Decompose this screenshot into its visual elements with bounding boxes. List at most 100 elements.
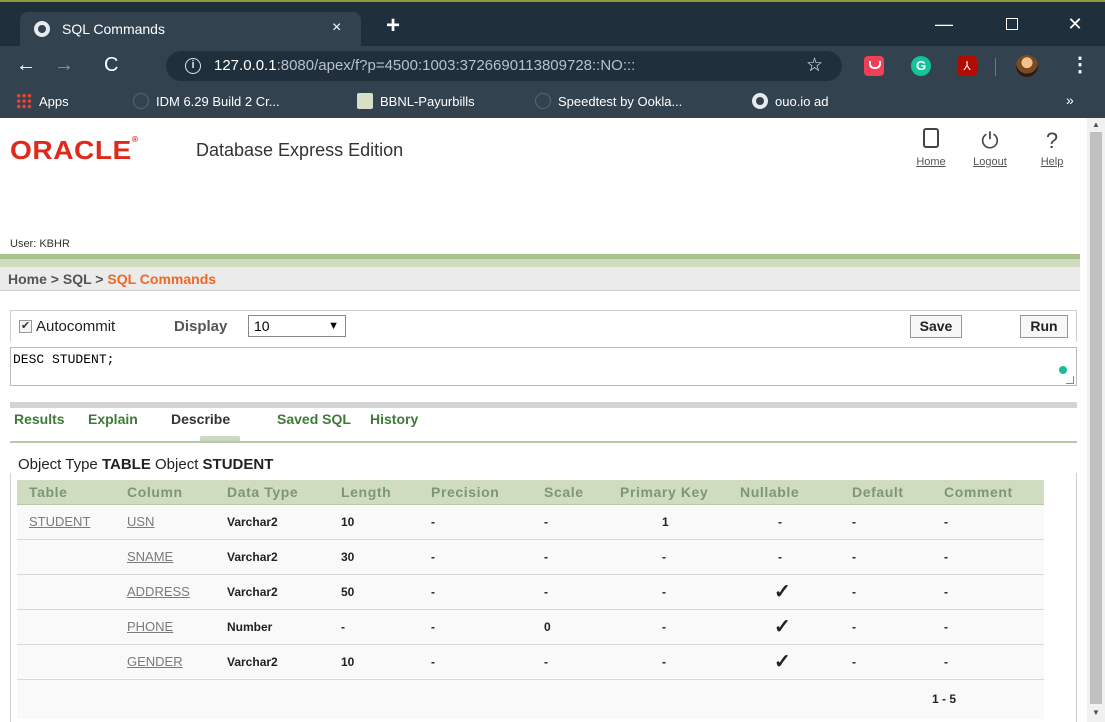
column-header: Length (329, 480, 419, 505)
table-name-link[interactable]: STUDENT (29, 514, 90, 529)
back-button[interactable]: ← (16, 54, 36, 76)
tabs-divider (10, 441, 1077, 443)
bookmarks-overflow-icon[interactable]: » (1066, 92, 1074, 108)
logout-link[interactable]: ⏻ Logout (970, 126, 1010, 168)
logout-label: Logout (973, 156, 1007, 168)
display-rows-select[interactable]: 10 ▼ (248, 315, 346, 337)
bookmark-idm[interactable]: IDM 6.29 Build 2 Cr... (133, 86, 280, 118)
browser-tab[interactable]: SQL Commands × (20, 12, 361, 48)
browser-menu-icon[interactable]: ⋮ (1070, 54, 1090, 76)
table-cell: - (932, 643, 1044, 679)
pagination-text: 1 - 5 (932, 678, 1044, 719)
bookmark-bbnl[interactable]: BBNL-Payurbills (357, 86, 475, 118)
url-text[interactable]: 127.0.0.1:8080/apex/f?p=4500:1003:372669… (214, 57, 635, 74)
logo-registered-mark: ® (131, 135, 139, 144)
column-name-link[interactable]: ADDRESS (127, 584, 190, 599)
vertical-scrollbar[interactable]: ▲ ▼ (1087, 118, 1105, 722)
table-cell: 0 (532, 608, 608, 644)
table-cell: - (840, 643, 932, 679)
tab-results[interactable]: Results (14, 411, 65, 427)
table-row: PHONE Number - - 0 - ✓ - - (17, 608, 1044, 644)
nullable-check-icon: ✓ (728, 643, 840, 679)
save-button[interactable]: Save (910, 315, 962, 338)
minimize-button[interactable]: — (919, 2, 969, 46)
globe-icon (133, 93, 149, 109)
table-cell: - (329, 608, 419, 644)
scroll-down-icon[interactable]: ▼ (1092, 708, 1100, 717)
close-window-button[interactable]: ✕ (1050, 2, 1100, 46)
home-link[interactable]: Home (911, 126, 951, 168)
column-name-link[interactable]: SNAME (127, 549, 173, 564)
table-cell: 50 (329, 573, 419, 609)
table-row: ADDRESS Varchar2 50 - - - ✓ - - (17, 573, 1044, 609)
bookmark-speedtest[interactable]: Speedtest by Ookla... (535, 86, 682, 118)
tab-describe[interactable]: Describe (171, 411, 230, 427)
address-bar[interactable]: i 127.0.0.1:8080/apex/f?p=4500:1003:3726… (166, 51, 842, 81)
table-cell: - (532, 538, 608, 574)
describe-table: Table Column Data Type Length Precision … (17, 480, 1044, 719)
bookmark-ouo[interactable]: ouo.io ad (752, 86, 829, 118)
tab-explain[interactable]: Explain (88, 411, 138, 427)
table-cell: Varchar2 (215, 573, 329, 609)
new-tab-button[interactable]: + (386, 14, 400, 38)
profile-avatar[interactable] (1016, 55, 1038, 77)
pdf-extension-icon[interactable]: ⅄ (957, 56, 977, 76)
help-link[interactable]: ? Help (1032, 126, 1072, 168)
pane-splitter[interactable] (10, 402, 1077, 408)
table-cell: - (728, 538, 840, 574)
table-cell: - (419, 573, 532, 609)
column-header: Precision (419, 480, 532, 505)
pocket-extension-icon[interactable] (864, 56, 884, 76)
table-cell: - (419, 608, 532, 644)
tab-history[interactable]: History (370, 411, 418, 427)
url-host: 127.0.0.1 (214, 57, 277, 74)
column-name-link[interactable]: USN (127, 514, 154, 529)
current-user: User: KBHR (10, 238, 70, 250)
autocommit-checkbox[interactable]: ✔ (19, 320, 32, 333)
reload-button[interactable]: C (104, 54, 118, 76)
table-cell: 10 (329, 643, 419, 679)
chevron-down-icon: ▼ (328, 320, 339, 332)
resize-handle-icon[interactable] (1066, 376, 1074, 384)
run-button[interactable]: Run (1020, 315, 1068, 338)
forward-button[interactable]: → (54, 54, 74, 76)
display-value: 10 (254, 318, 270, 334)
table-cell: GENDER (115, 643, 215, 679)
maximize-button[interactable] (987, 2, 1037, 46)
nullable-check-icon: ✓ (728, 608, 840, 644)
table-cell: - (532, 503, 608, 539)
table-cell: - (608, 573, 728, 609)
home-icon (911, 126, 951, 156)
grammarly-status-icon[interactable] (1059, 366, 1067, 374)
command-toolbar: ✔ Autocommit Display 10 ▼ Save Run (10, 310, 1077, 342)
table-footer-row: 1 - 5 (17, 678, 1044, 719)
info-icon[interactable]: i (185, 58, 201, 74)
object-type-value: TABLE (101, 456, 151, 473)
column-name-link[interactable]: PHONE (127, 619, 173, 634)
bookmark-label: IDM 6.29 Build 2 Cr... (156, 94, 280, 109)
product-name: Database Express Edition (196, 140, 404, 160)
bookmark-apps[interactable]: Apps (16, 86, 69, 118)
bookmark-label: Speedtest by Ookla... (558, 94, 683, 109)
column-name-link[interactable]: GENDER (127, 654, 183, 669)
column-header: Data Type (215, 480, 329, 505)
table-cell (17, 538, 115, 574)
breadcrumb-home[interactable]: Home (8, 271, 47, 287)
table-row: SNAME Varchar2 30 - - - - - - (17, 538, 1044, 574)
object-info: Object Type TABLE Object STUDENT (18, 456, 273, 473)
bookmark-star-icon[interactable]: ☆ (806, 54, 823, 77)
help-icon: ? (1045, 128, 1059, 153)
column-header: Primary Key (608, 480, 728, 505)
scroll-up-icon[interactable]: ▲ (1092, 120, 1100, 129)
tab-saved-sql[interactable]: Saved SQL (277, 411, 351, 427)
sql-editor[interactable]: DESC STUDENT; (10, 347, 1077, 386)
oracle-logo: ORACLE® (10, 135, 139, 166)
scrollbar-thumb[interactable] (1090, 132, 1102, 704)
column-header: Column (115, 480, 215, 505)
table-cell: - (419, 503, 532, 539)
table-cell: Varchar2 (215, 643, 329, 679)
globe-icon (34, 21, 50, 37)
breadcrumb-sql[interactable]: SQL (63, 271, 92, 287)
grammarly-extension-icon[interactable]: G (911, 56, 931, 76)
tab-close-icon[interactable]: × (332, 19, 341, 37)
